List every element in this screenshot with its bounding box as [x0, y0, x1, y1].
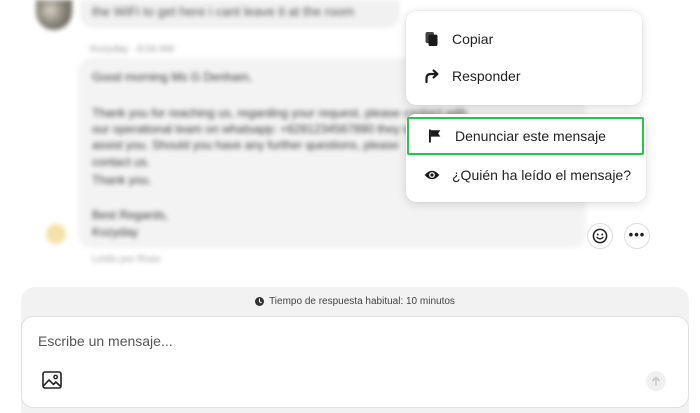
attach-photo-button[interactable] — [40, 369, 64, 391]
menu-item-who-read[interactable]: ¿Quién ha leído el mensaje? — [406, 157, 646, 193]
more-horizontal-icon: ••• — [628, 226, 646, 242]
menu-item-reply[interactable]: Responder — [406, 58, 642, 94]
message-line: Good morning Ms G Denham, — [92, 70, 253, 84]
message-line: assist you. Should you have any further … — [92, 138, 399, 152]
reply-arrow-icon — [423, 67, 441, 85]
clock-icon — [255, 296, 265, 306]
message-line: Best Regards, — [92, 208, 169, 222]
add-reaction-button[interactable] — [587, 223, 613, 249]
message-actions-menu: Copiar Responder — [406, 11, 642, 105]
message-more-menu: Denunciar este mensaje ¿Quién ha leído e… — [406, 114, 646, 202]
message-composer — [21, 316, 689, 408]
avatar[interactable] — [46, 224, 66, 244]
previous-message-text: the WiFi to get here i cant leave it at … — [92, 4, 355, 19]
image-icon — [42, 371, 62, 389]
copy-icon — [423, 30, 441, 48]
smiley-icon — [592, 228, 608, 244]
menu-item-label: ¿Quién ha leído el mensaje? — [452, 167, 631, 183]
menu-item-copy[interactable]: Copiar — [406, 21, 642, 57]
menu-item-label: Denunciar este mensaje — [455, 128, 606, 144]
read-receipt: Leído por Rose — [92, 254, 161, 265]
menu-item-label: Responder — [452, 68, 521, 84]
message-input[interactable] — [38, 331, 638, 351]
message-line: Kozyday — [92, 225, 139, 239]
response-time-text: Tiempo de respuesta habitual: 10 minutos — [269, 295, 455, 307]
menu-item-report-message[interactable]: Denunciar este mensaje — [407, 117, 644, 155]
send-button[interactable] — [646, 371, 666, 391]
message-line: Thank you. — [92, 173, 152, 187]
avatar[interactable] — [36, 0, 72, 30]
message-line: our operational team on whatsapp: +62812… — [92, 122, 420, 136]
eye-icon — [423, 166, 441, 184]
message-line: contact us. — [92, 155, 151, 169]
menu-item-label: Copiar — [452, 31, 494, 47]
flag-icon — [426, 127, 444, 145]
more-options-button[interactable]: ••• — [624, 223, 650, 249]
message-sender-line: Kozyday · 8:04 AM — [90, 44, 174, 55]
arrow-up-icon — [652, 376, 660, 386]
response-time-notice: Tiempo de respuesta habitual: 10 minutos — [21, 294, 689, 308]
